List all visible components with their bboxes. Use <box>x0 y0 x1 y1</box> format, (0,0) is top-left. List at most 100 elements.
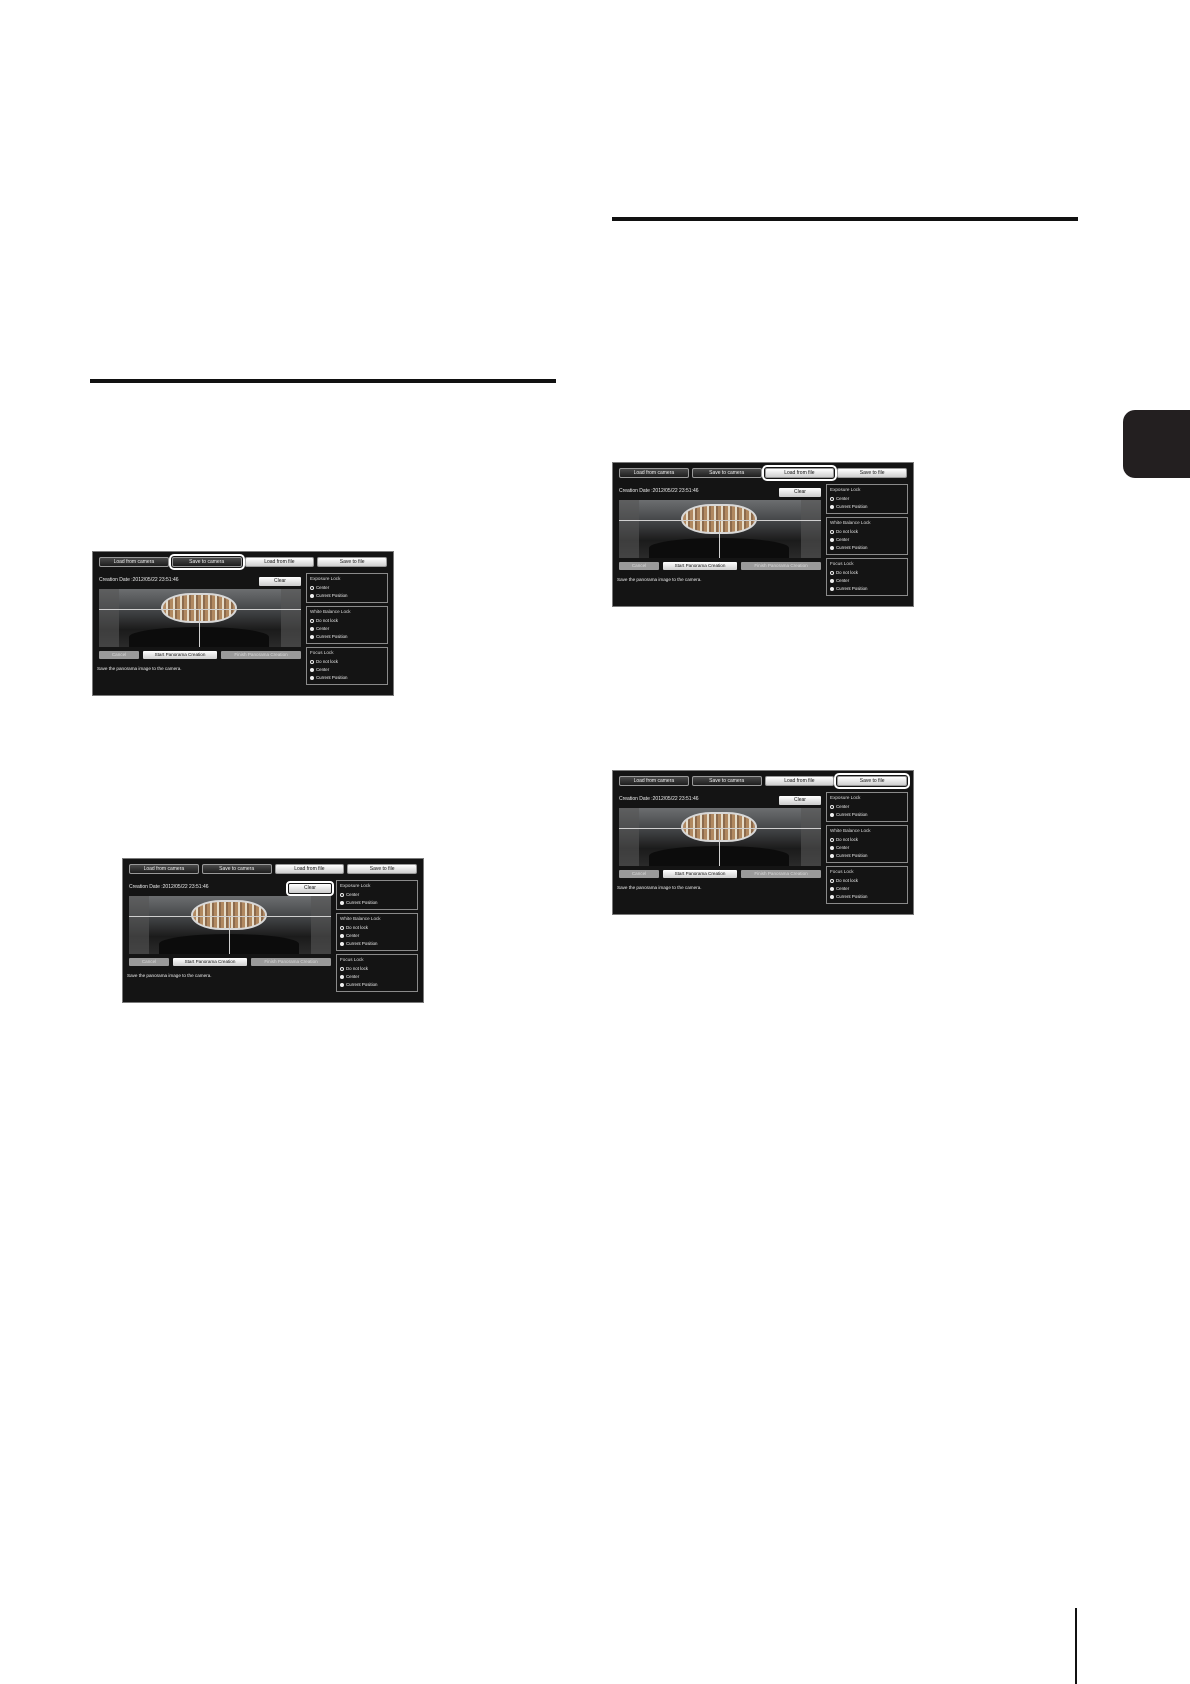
panorama-panel-save-to-file: Load from camera Save to camera Load fro… <box>612 770 914 915</box>
focus-center-option[interactable]: Center <box>830 577 904 585</box>
wb-center-option[interactable]: Center <box>830 844 904 852</box>
exposure-center-option[interactable]: Center <box>830 495 904 503</box>
exposure-center-option[interactable]: Center <box>310 584 384 592</box>
focus-current-position-option[interactable]: Current Position <box>830 585 904 593</box>
finish-panorama-creation-button[interactable]: Finish Panorama Creation <box>741 562 821 570</box>
panorama-preview-image[interactable] <box>619 808 821 866</box>
save-to-camera-tab[interactable]: Save to camera <box>168 554 245 570</box>
wb-center-option[interactable]: Center <box>340 932 414 940</box>
load-from-file-tab[interactable]: Load from file <box>761 465 838 481</box>
panorama-preview-image[interactable] <box>619 500 821 558</box>
clear-button[interactable]: Clear <box>779 796 821 805</box>
option-label: Current Position <box>836 586 868 591</box>
radio-icon <box>310 675 314 680</box>
focus-lock-group: Focus Lock Do not lock Center Current Po… <box>826 558 908 596</box>
radio-icon <box>340 974 344 979</box>
creation-buttons: Cancel Start Panorama Creation Finish Pa… <box>99 651 301 659</box>
focus-do-not-lock-option[interactable]: Do not lock <box>830 569 904 577</box>
radio-icon <box>310 626 314 631</box>
start-panorama-creation-button[interactable]: Start Panorama Creation <box>663 562 737 570</box>
load-from-camera-tab[interactable]: Load from camera <box>619 468 689 478</box>
clear-button[interactable]: Clear <box>259 577 301 586</box>
footer-divider <box>1075 1608 1077 1684</box>
exposure-center-option[interactable]: Center <box>830 803 904 811</box>
wb-do-not-lock-option[interactable]: Do not lock <box>830 528 904 536</box>
focus-do-not-lock-option[interactable]: Do not lock <box>340 965 414 973</box>
white-balance-lock-group: White Balance Lock Do not lock Center Cu… <box>336 913 418 951</box>
option-label: Current Position <box>346 982 378 987</box>
focus-center-option[interactable]: Center <box>830 885 904 893</box>
focus-center-option[interactable]: Center <box>310 666 384 674</box>
load-from-file-tab[interactable]: Load from file <box>764 776 835 786</box>
creation-date: Creation Date :2012/05/22 23:51:46 <box>129 884 209 890</box>
lock-settings: Exposure Lock Center Current Position Wh… <box>336 880 418 995</box>
radio-icon <box>830 570 834 575</box>
exposure-current-position-option[interactable]: Current Position <box>340 899 414 907</box>
save-to-file-tab[interactable]: Save to file <box>837 468 907 478</box>
section-rule-left <box>90 379 556 383</box>
wb-current-position-option[interactable]: Current Position <box>830 852 904 860</box>
finish-panorama-creation-button[interactable]: Finish Panorama Creation <box>741 870 821 878</box>
load-from-file-tab[interactable]: Load from file <box>274 864 345 874</box>
option-label: Current Position <box>316 634 348 639</box>
preview-horizontal-line <box>619 828 821 829</box>
wb-do-not-lock-option[interactable]: Do not lock <box>830 836 904 844</box>
save-to-camera-tab[interactable]: Save to camera <box>691 776 762 786</box>
save-to-camera-tab[interactable]: Save to camera <box>691 468 762 478</box>
white-balance-lock-title: White Balance Lock <box>830 520 871 525</box>
exposure-center-option[interactable]: Center <box>340 891 414 899</box>
clear-button[interactable]: Clear <box>779 488 821 497</box>
panel-tabs: Load from camera Save to camera Load fro… <box>99 554 387 570</box>
wb-current-position-option[interactable]: Current Position <box>830 544 904 552</box>
clear-button[interactable]: Clear <box>286 881 334 896</box>
save-to-file-tab[interactable]: Save to file <box>317 557 387 567</box>
load-from-camera-tab[interactable]: Load from camera <box>619 776 689 786</box>
wb-center-option[interactable]: Center <box>310 625 384 633</box>
wb-current-position-option[interactable]: Current Position <box>310 633 384 641</box>
load-from-camera-tab[interactable]: Load from camera <box>129 864 199 874</box>
focus-center-option[interactable]: Center <box>340 973 414 981</box>
panel-tabs: Load from camera Save to camera Load fro… <box>619 465 907 481</box>
option-label: Do not lock <box>346 966 368 971</box>
creation-date: Creation Date :2012/05/22 23:51:46 <box>619 488 699 494</box>
load-from-file-tab[interactable]: Load from file <box>244 557 315 567</box>
white-balance-lock-title: White Balance Lock <box>830 828 871 833</box>
focus-current-position-option[interactable]: Current Position <box>310 674 384 682</box>
option-label: Do not lock <box>836 570 858 575</box>
creation-buttons: Cancel Start Panorama Creation Finish Pa… <box>619 870 821 878</box>
exposure-current-position-option[interactable]: Current Position <box>310 592 384 600</box>
focus-lock-title: Focus Lock <box>830 561 854 566</box>
focus-current-position-option[interactable]: Current Position <box>340 981 414 989</box>
start-panorama-creation-button[interactable]: Start Panorama Creation <box>143 651 217 659</box>
panorama-panel-load-from-file: Load from camera Save to camera Load fro… <box>612 462 914 607</box>
option-label: Current Position <box>836 894 868 899</box>
save-to-file-tab[interactable]: Save to file <box>834 773 910 789</box>
cancel-button[interactable]: Cancel <box>129 958 169 966</box>
radio-icon <box>830 878 834 883</box>
focus-current-position-option[interactable]: Current Position <box>830 893 904 901</box>
focus-do-not-lock-option[interactable]: Do not lock <box>830 877 904 885</box>
panorama-preview-image[interactable] <box>129 896 331 954</box>
save-to-file-tab[interactable]: Save to file <box>347 864 417 874</box>
exposure-current-position-option[interactable]: Current Position <box>830 503 904 511</box>
start-panorama-creation-button[interactable]: Start Panorama Creation <box>173 958 247 966</box>
finish-panorama-creation-button[interactable]: Finish Panorama Creation <box>221 651 301 659</box>
start-panorama-creation-button[interactable]: Start Panorama Creation <box>663 870 737 878</box>
cancel-button[interactable]: Cancel <box>619 562 659 570</box>
wb-do-not-lock-option[interactable]: Do not lock <box>340 924 414 932</box>
finish-panorama-creation-button[interactable]: Finish Panorama Creation <box>251 958 331 966</box>
white-balance-lock-group: White Balance Lock Do not lock Center Cu… <box>826 517 908 555</box>
wb-do-not-lock-option[interactable]: Do not lock <box>310 617 384 625</box>
cancel-button[interactable]: Cancel <box>619 870 659 878</box>
exposure-lock-group: Exposure Lock Center Current Position <box>306 573 388 603</box>
option-label: Do not lock <box>316 618 338 623</box>
wb-center-option[interactable]: Center <box>830 536 904 544</box>
wb-current-position-option[interactable]: Current Position <box>340 940 414 948</box>
exposure-current-position-option[interactable]: Current Position <box>830 811 904 819</box>
focus-do-not-lock-option[interactable]: Do not lock <box>310 658 384 666</box>
cancel-button[interactable]: Cancel <box>99 651 139 659</box>
load-from-camera-tab[interactable]: Load from camera <box>99 557 169 567</box>
panorama-preview-image[interactable] <box>99 589 301 647</box>
option-label: Center <box>836 886 850 891</box>
save-to-camera-tab[interactable]: Save to camera <box>201 864 272 874</box>
